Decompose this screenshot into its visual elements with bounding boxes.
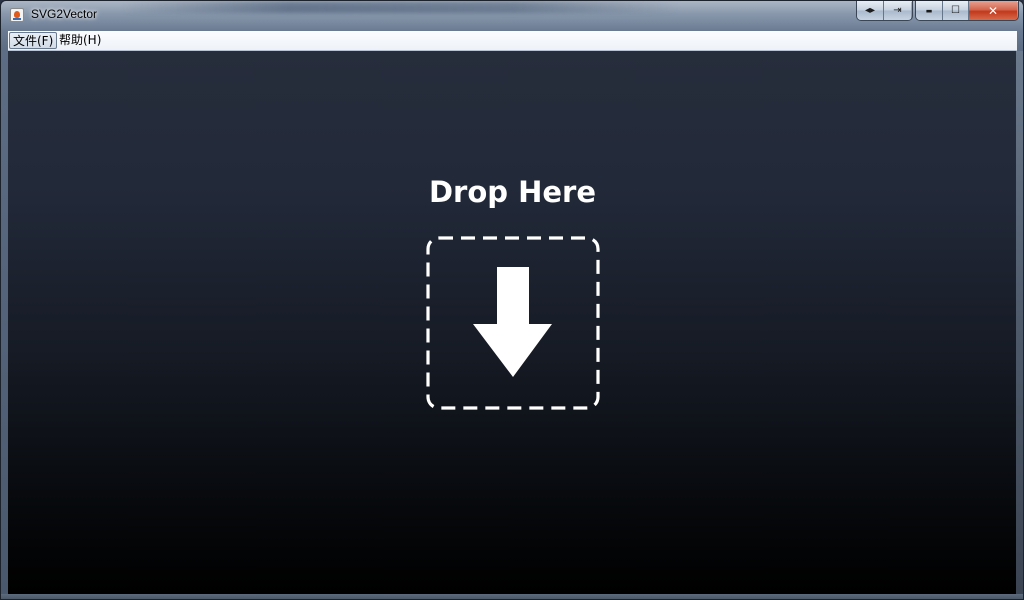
title-bar-glow xyxy=(121,1,681,13)
title-bar[interactable]: SVG2Vector ◂▸ ⇥ ▬ ☐ ✕ xyxy=(1,1,1023,30)
arrow-down-icon[interactable] xyxy=(426,236,600,410)
extra-buttons-group: ◂▸ ⇥ xyxy=(856,1,913,21)
export-icon[interactable]: ⇥ xyxy=(884,1,911,20)
window-controls: ▬ ☐ ✕ xyxy=(915,1,1019,21)
menu-bar: 文件(F) 帮助(H) xyxy=(8,31,1017,51)
drop-area[interactable]: Drop Here xyxy=(8,51,1017,594)
drop-here-label: Drop Here xyxy=(428,175,597,209)
menu-help[interactable]: 帮助(H) xyxy=(56,32,104,49)
java-app-icon[interactable] xyxy=(10,8,24,22)
close-icon: ✕ xyxy=(987,3,999,18)
app-window: SVG2Vector ◂▸ ⇥ ▬ ☐ ✕ 文件(F) 帮助(H) Drop H… xyxy=(0,0,1024,600)
down-arrow-shape xyxy=(473,267,552,377)
close-button[interactable]: ✕ xyxy=(969,1,1017,20)
menu-file[interactable]: 文件(F) xyxy=(9,32,58,49)
maximize-button[interactable]: ☐ xyxy=(943,1,969,20)
bottom-frame-edge xyxy=(1,594,1023,599)
minimize-icon: ▬ xyxy=(925,6,933,15)
window-title: SVG2Vector xyxy=(31,7,98,21)
maximize-icon: ☐ xyxy=(951,5,960,16)
swap-icon[interactable]: ◂▸ xyxy=(857,1,884,20)
minimize-button[interactable]: ▬ xyxy=(916,1,943,20)
right-frame-edge xyxy=(1016,51,1023,594)
